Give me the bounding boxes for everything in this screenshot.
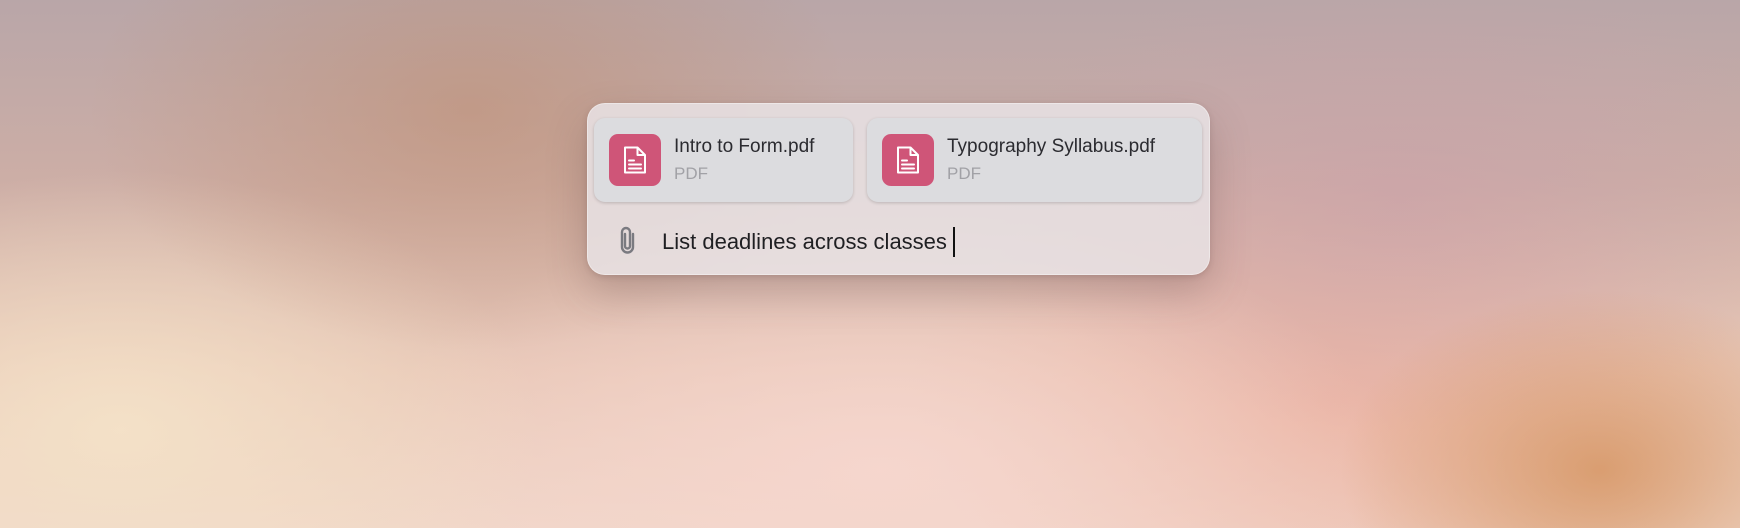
attachment-name: Intro to Form.pdf xyxy=(674,135,815,157)
attachment-card[interactable]: Typography Syllabus.pdf PDF xyxy=(867,118,1202,202)
document-icon xyxy=(609,134,661,186)
prompt-input-row: List deadlines across classes xyxy=(614,222,1189,262)
prompt-input[interactable]: List deadlines across classes xyxy=(662,226,955,258)
attachment-type: PDF xyxy=(947,163,981,183)
attachments-row: Intro to Form.pdf PDF Typography Syllabu… xyxy=(594,118,1202,202)
attachment-name: Typography Syllabus.pdf xyxy=(947,135,1156,157)
attachment-type: PDF xyxy=(674,163,708,183)
attachment-card[interactable]: Intro to Form.pdf PDF xyxy=(594,118,853,202)
attach-button[interactable] xyxy=(614,226,642,258)
document-icon xyxy=(882,134,934,186)
text-caret xyxy=(952,227,955,257)
prompt-input-text: List deadlines across classes xyxy=(662,229,947,254)
prompt-panel: Intro to Form.pdf PDF Typography Syllabu… xyxy=(587,103,1210,275)
paperclip-icon xyxy=(616,224,640,261)
